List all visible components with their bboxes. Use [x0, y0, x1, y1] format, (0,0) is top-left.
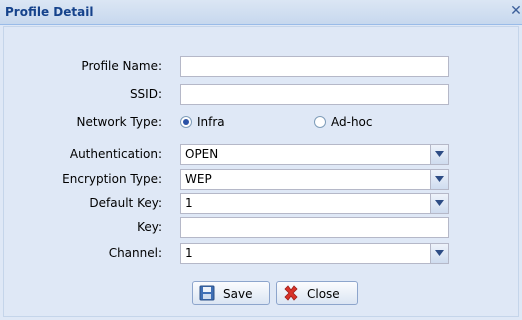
- profile-detail-dialog: Profile Detail ✕ Profile Name: SSID: Net…: [0, 0, 522, 320]
- save-button-label: Save: [223, 287, 253, 301]
- floppy-disk-icon: [199, 285, 215, 304]
- close-button-label: Close: [307, 287, 340, 301]
- network-type-label: Network Type:: [76, 115, 162, 129]
- ssid-input[interactable]: [180, 84, 449, 105]
- channel-select[interactable]: 1: [180, 243, 449, 264]
- profile-name-input[interactable]: [180, 56, 449, 77]
- red-x-icon: [283, 285, 299, 304]
- key-input[interactable]: [180, 217, 449, 238]
- encryption-type-select[interactable]: WEP: [180, 169, 449, 190]
- chevron-down-icon[interactable]: [430, 145, 448, 164]
- authentication-select[interactable]: OPEN: [180, 144, 449, 165]
- encryption-type-label: Encryption Type:: [62, 172, 162, 186]
- chevron-down-icon[interactable]: [430, 244, 448, 263]
- channel-value: 1: [185, 246, 193, 260]
- dialog-titlebar[interactable]: Profile Detail ✕: [0, 0, 522, 25]
- default-key-value: 1: [185, 196, 193, 210]
- dialog-title: Profile Detail: [5, 5, 94, 19]
- default-key-label: Default Key:: [89, 196, 162, 210]
- key-label: Key:: [137, 220, 162, 234]
- close-button[interactable]: Close: [276, 281, 358, 305]
- default-key-select[interactable]: 1: [180, 193, 449, 214]
- ssid-label: SSID:: [129, 87, 162, 101]
- chevron-down-icon[interactable]: [430, 170, 448, 189]
- encryption-type-value: WEP: [185, 172, 212, 186]
- profile-name-label: Profile Name:: [81, 59, 162, 73]
- channel-label: Channel:: [108, 246, 162, 260]
- infra-radio-label: Infra: [197, 115, 225, 129]
- save-button[interactable]: Save: [192, 281, 270, 305]
- authentication-value: OPEN: [185, 147, 219, 161]
- adhoc-radio[interactable]: [314, 116, 326, 128]
- dialog-body: Profile Name: SSID: Network Type: Infra …: [3, 26, 519, 317]
- adhoc-radio-label: Ad-hoc: [331, 115, 373, 129]
- chevron-down-icon[interactable]: [430, 194, 448, 213]
- close-icon[interactable]: ✕: [509, 3, 522, 19]
- authentication-label: Authentication:: [69, 147, 162, 161]
- infra-radio[interactable]: [180, 116, 192, 128]
